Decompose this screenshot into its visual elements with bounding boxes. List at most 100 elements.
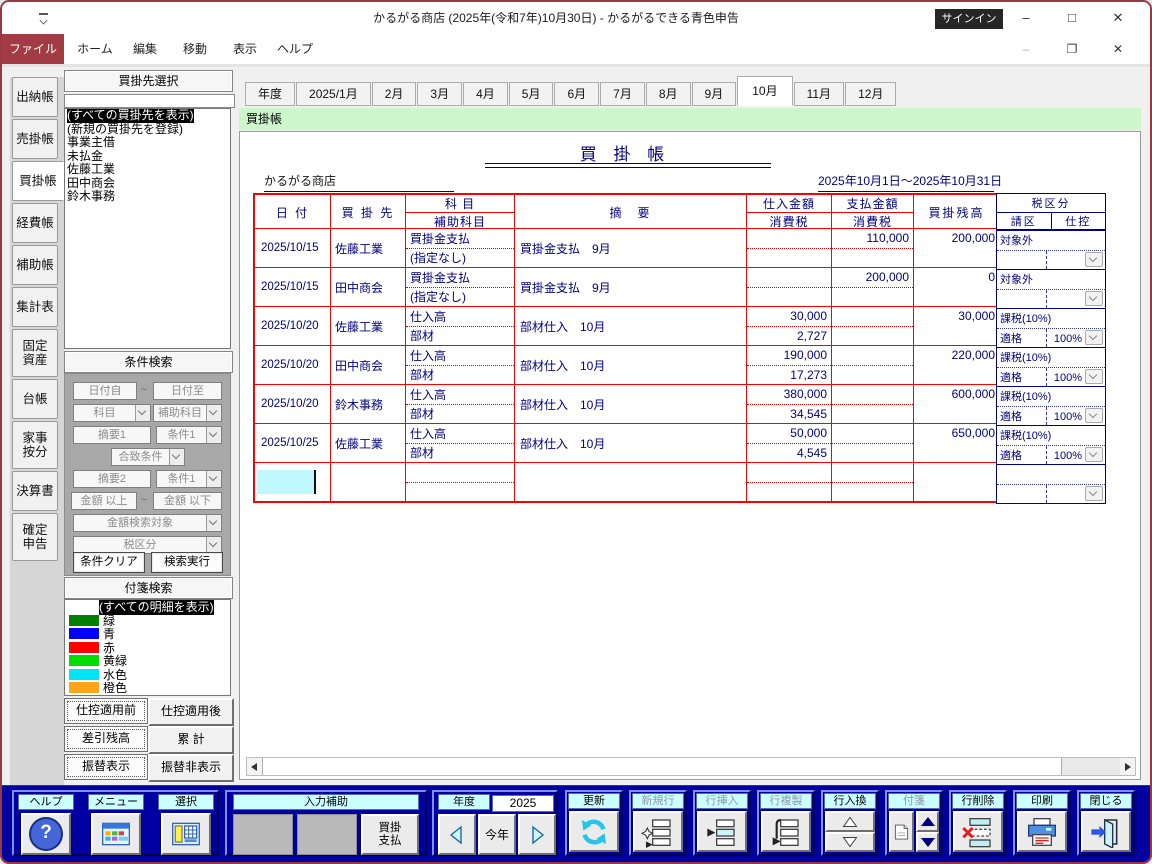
cell-account[interactable]: 仕入高 部材 — [406, 346, 515, 384]
tax-class-cell[interactable]: 課税(10%) — [997, 348, 1105, 368]
cell-summary[interactable]: 部材仕入 10月 — [515, 346, 747, 384]
month-tab[interactable]: 2月 — [371, 82, 417, 106]
chevron-down-icon[interactable] — [135, 405, 150, 421]
cell-summary[interactable] — [515, 463, 747, 501]
quick-access-chevron-icon[interactable] — [38, 13, 49, 25]
tax-dropdown-button[interactable] — [1085, 291, 1103, 307]
qualification-cell[interactable]: 適格 — [997, 330, 1046, 346]
amount-max-field[interactable]: 金額 以下 — [153, 492, 222, 510]
ledger-tab[interactable]: 買掛帳 — [12, 161, 64, 201]
qualification-cell[interactable]: 適格 — [997, 369, 1046, 385]
month-tab[interactable]: 8月 — [645, 82, 691, 106]
ledger-tab[interactable]: 出納帳 — [12, 77, 58, 117]
fusen-list-item[interactable]: 青 — [65, 627, 230, 641]
cell-balance[interactable]: 650,000 — [914, 424, 999, 462]
cell-partner[interactable]: 田中商会 — [331, 268, 406, 306]
fusen-list-item[interactable]: 水色 — [65, 668, 230, 682]
net-balance-toggle[interactable]: 差引残高 — [64, 726, 148, 752]
cell-purchase[interactable] — [747, 229, 832, 267]
command-button[interactable] — [569, 811, 619, 852]
rate-cell[interactable] — [1046, 484, 1083, 503]
menu-home[interactable]: ホーム — [70, 34, 120, 64]
menu-move[interactable]: 移動 — [170, 34, 220, 64]
fusen-button[interactable] — [889, 811, 914, 852]
command-button[interactable] — [953, 811, 1003, 852]
fusen-list-item[interactable]: 橙色 — [65, 681, 230, 695]
cell-balance[interactable]: 200,000 — [914, 229, 999, 267]
after-deduction-toggle[interactable]: 仕控適用後 — [148, 698, 234, 726]
partner-list-item[interactable]: 鈴木事務 — [65, 189, 230, 204]
scrollbar-track[interactable] — [1062, 758, 1120, 775]
ledger-tab[interactable]: 家事 按分 — [12, 421, 58, 469]
cell-account[interactable] — [406, 463, 515, 501]
month-tab[interactable]: 9月 — [691, 82, 737, 106]
mdi-minimize-button[interactable]: – — [1003, 34, 1049, 64]
cell-account[interactable]: 仕入高 部材 — [406, 424, 515, 462]
cell-payment[interactable] — [832, 463, 914, 501]
tax-class-cell[interactable]: 対象外 — [997, 231, 1105, 251]
month-tab[interactable]: 10月 — [737, 76, 793, 106]
cell-summary[interactable]: 買掛金支払 9月 — [515, 229, 747, 267]
cell-purchase[interactable] — [747, 463, 832, 501]
month-tab[interactable]: 4月 — [463, 82, 508, 106]
rate-cell[interactable]: 100% — [1046, 406, 1083, 425]
cell-balance[interactable]: 30,000 — [914, 307, 999, 345]
fusen-down-button[interactable] — [916, 832, 939, 852]
cell-date[interactable]: 2025/10/15 — [255, 229, 331, 267]
ledger-tab[interactable]: 補助帳 — [12, 245, 58, 285]
cell-partner[interactable]: 田中商会 — [331, 346, 406, 384]
menu-view[interactable]: 表示 — [220, 34, 270, 64]
date-to-field[interactable]: 日付至 — [153, 382, 222, 400]
cell-date[interactable]: 2025/10/15 — [255, 268, 331, 306]
cell-payment[interactable] — [832, 307, 914, 345]
cell-summary[interactable]: 部材仕入 10月 — [515, 307, 747, 345]
fusen-up-button[interactable] — [916, 811, 939, 832]
partner-list-item[interactable]: 田中商会 — [65, 176, 230, 191]
chevron-down-icon[interactable] — [206, 537, 221, 553]
rate-cell[interactable] — [1046, 289, 1083, 308]
year-value[interactable]: 2025 — [492, 795, 554, 812]
cell-partner[interactable]: 佐藤工業 — [331, 307, 406, 345]
cell-purchase[interactable]: 380,000 34,545 — [747, 385, 832, 423]
fusen-list-item[interactable]: 赤 — [65, 641, 230, 655]
command-button[interactable] — [1017, 811, 1067, 852]
tax-dropdown-button[interactable] — [1085, 369, 1103, 385]
date-from-field[interactable]: 日付自 — [73, 382, 137, 400]
qualification-cell[interactable]: 適格 — [997, 447, 1046, 463]
cell-summary[interactable]: 買掛金支払 9月 — [515, 268, 747, 306]
tax-class-cell[interactable]: 課税(10%) — [997, 387, 1105, 407]
partner-list-item[interactable]: 未払金 — [65, 149, 230, 164]
memo1-field[interactable]: 摘要1 — [73, 426, 151, 444]
mdi-restore-button[interactable]: ❐ — [1049, 34, 1095, 64]
prev-year-button[interactable] — [438, 814, 476, 855]
tax-dropdown-button[interactable] — [1085, 252, 1103, 268]
memo2-field[interactable]: 摘要2 — [73, 470, 151, 488]
ledger-tab[interactable]: 経費帳 — [12, 203, 58, 243]
month-tab[interactable]: 2025/1月 — [296, 82, 371, 106]
month-tab[interactable]: 12月 — [845, 82, 897, 106]
cond2-combo[interactable]: 条件1 — [156, 470, 222, 488]
menu-file[interactable]: ファイル — [2, 34, 64, 64]
cell-date[interactable]: 2025/10/20 — [255, 307, 331, 345]
cell-balance[interactable] — [914, 463, 999, 501]
month-tab[interactable]: 11月 — [793, 82, 845, 106]
cell-purchase[interactable]: 190,000 17,273 — [747, 346, 832, 384]
cell-partner[interactable]: 鈴木事務 — [331, 385, 406, 423]
cell-payment[interactable] — [832, 424, 914, 462]
tax-class-cell[interactable]: 課税(10%) — [997, 426, 1105, 446]
cell-purchase[interactable]: 50,000 4,545 — [747, 424, 832, 462]
cell-balance[interactable]: 0 — [914, 268, 999, 306]
cell-account[interactable]: 買掛金支払 (指定なし) — [406, 268, 515, 306]
condition-clear-button[interactable]: 条件クリア — [73, 552, 145, 573]
cell-account[interactable]: 仕入高 部材 — [406, 385, 515, 423]
scroll-left-arrow[interactable] — [247, 758, 262, 775]
partner-list-item[interactable]: (すべての買掛先を表示) — [65, 109, 230, 123]
cell-balance[interactable]: 220,000 — [914, 346, 999, 384]
cell-partner[interactable]: 佐藤工業 — [331, 424, 406, 462]
amount-target-combo[interactable]: 金額検索対象 — [73, 514, 222, 532]
cell-payment[interactable] — [832, 385, 914, 423]
chevron-down-icon[interactable] — [169, 449, 184, 465]
tax-class-cell[interactable] — [997, 465, 1105, 485]
cell-summary[interactable]: 部材仕入 10月 — [515, 385, 747, 423]
chevron-down-icon[interactable] — [206, 427, 221, 443]
